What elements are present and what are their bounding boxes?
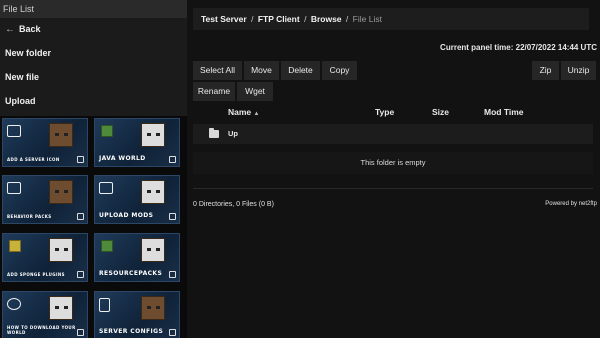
breadcrumb-item-ftp-client[interactable]: FTP Client [258,14,300,24]
column-type[interactable]: Type [375,102,394,122]
breadcrumb-separator: / [251,14,254,24]
box-icon [169,271,176,278]
tutorial-tile-behavior-packs[interactable]: Behavior packs [2,175,88,224]
empty-folder-message: This folder is empty [193,152,593,174]
powered-by: Powered by net2ftp [545,201,597,207]
divider [193,188,593,189]
box-icon [77,329,84,336]
image-icon [7,125,21,137]
column-mod-time[interactable]: Mod Time [484,102,524,122]
back-button[interactable]: ← Back [0,18,187,40]
tile-caption: Add a server icon [7,157,60,162]
breadcrumb-item-server[interactable]: Test Server [201,14,247,24]
tile-caption: Add sponge plugins [7,272,65,277]
zip-button[interactable]: Zip [532,61,559,80]
box-icon [169,156,176,163]
breadcrumb-item-browse[interactable]: Browse [311,14,342,24]
move-button[interactable]: Move [244,61,279,80]
copy-button[interactable]: Copy [322,61,357,80]
avatar [49,238,73,262]
tutorial-tile-server-configs[interactable]: Server configs [94,291,180,338]
sponge-icon [9,240,21,252]
select-all-button[interactable]: Select All [193,61,242,80]
anvil-icon [99,182,113,194]
column-name-label: Name [228,107,252,117]
avatar [141,296,165,320]
back-label: Back [19,24,41,34]
breadcrumb-separator: / [345,14,349,24]
grass-block-icon [101,125,113,137]
tutorial-tile-java-world[interactable]: Java world [94,118,180,167]
tile-caption: Java world [99,155,146,162]
table-header: Name ▲ Type Size Mod Time [193,102,593,122]
tutorial-tile-server-icon[interactable]: Add a server icon [2,118,88,167]
box-icon [77,271,84,278]
tile-caption: Server configs [99,328,164,335]
delete-button[interactable]: Delete [281,61,320,80]
tile-caption: Behavior packs [7,214,52,219]
main-panel: Test Server / FTP Client / Browse / File… [187,0,600,338]
tile-caption: How to download your world [7,325,76,335]
breadcrumb: Test Server / FTP Client / Browse / File… [193,8,589,30]
directory-summary: 0 Directories, 0 Files (0 B) [193,201,274,208]
tutorial-tile-download-world[interactable]: How to download your world [2,291,88,338]
parent-directory-row[interactable]: Up [193,124,593,144]
box-icon [77,213,84,220]
upload-button[interactable]: Upload [0,90,187,112]
tutorial-tile-resourcepacks[interactable]: Resourcepacks [94,233,180,282]
avatar [49,180,73,204]
avatar [49,123,73,147]
avatar [49,296,73,320]
new-folder-button[interactable]: New folder [0,42,187,64]
avatar [141,238,165,262]
column-size[interactable]: Size [432,102,449,122]
download-icon [7,298,21,310]
box-icon [169,329,176,336]
sidebar: File List ← Back New folder New file Uplo… [0,0,187,338]
arrow-left-icon: ← [5,24,15,35]
tutorial-tile-upload-mods[interactable]: Upload mods [94,175,180,224]
tutorial-tiles: Add a server icon Java world Behavior pa… [0,116,187,338]
app-window: File List ← Back New folder New file Uplo… [0,0,600,338]
avatar [141,123,165,147]
up-label: Up [228,129,238,138]
unzip-button[interactable]: Unzip [561,61,596,80]
new-file-button[interactable]: New file [0,66,187,88]
tile-caption: Upload mods [99,212,154,219]
avatar [141,180,165,204]
box-icon [169,213,176,220]
column-name[interactable]: Name ▲ [228,102,259,124]
tutorial-tile-sponge-plugins[interactable]: Add sponge plugins [2,233,88,282]
rename-button[interactable]: Rename [193,82,235,101]
tile-caption: Resourcepacks [99,270,163,277]
cube-icon [7,182,21,194]
folder-icon [209,128,219,138]
breadcrumb-separator: / [304,14,307,24]
panel-time: Current panel time: 22/07/2022 14:44 UTC [440,43,597,52]
breadcrumb-current: File List [352,14,382,24]
document-icon [99,298,110,312]
box-icon [77,156,84,163]
wget-button[interactable]: Wget [237,82,273,101]
sidebar-title: File List [0,0,187,18]
grass-block-icon [101,240,113,252]
sort-asc-icon: ▲ [253,111,260,117]
